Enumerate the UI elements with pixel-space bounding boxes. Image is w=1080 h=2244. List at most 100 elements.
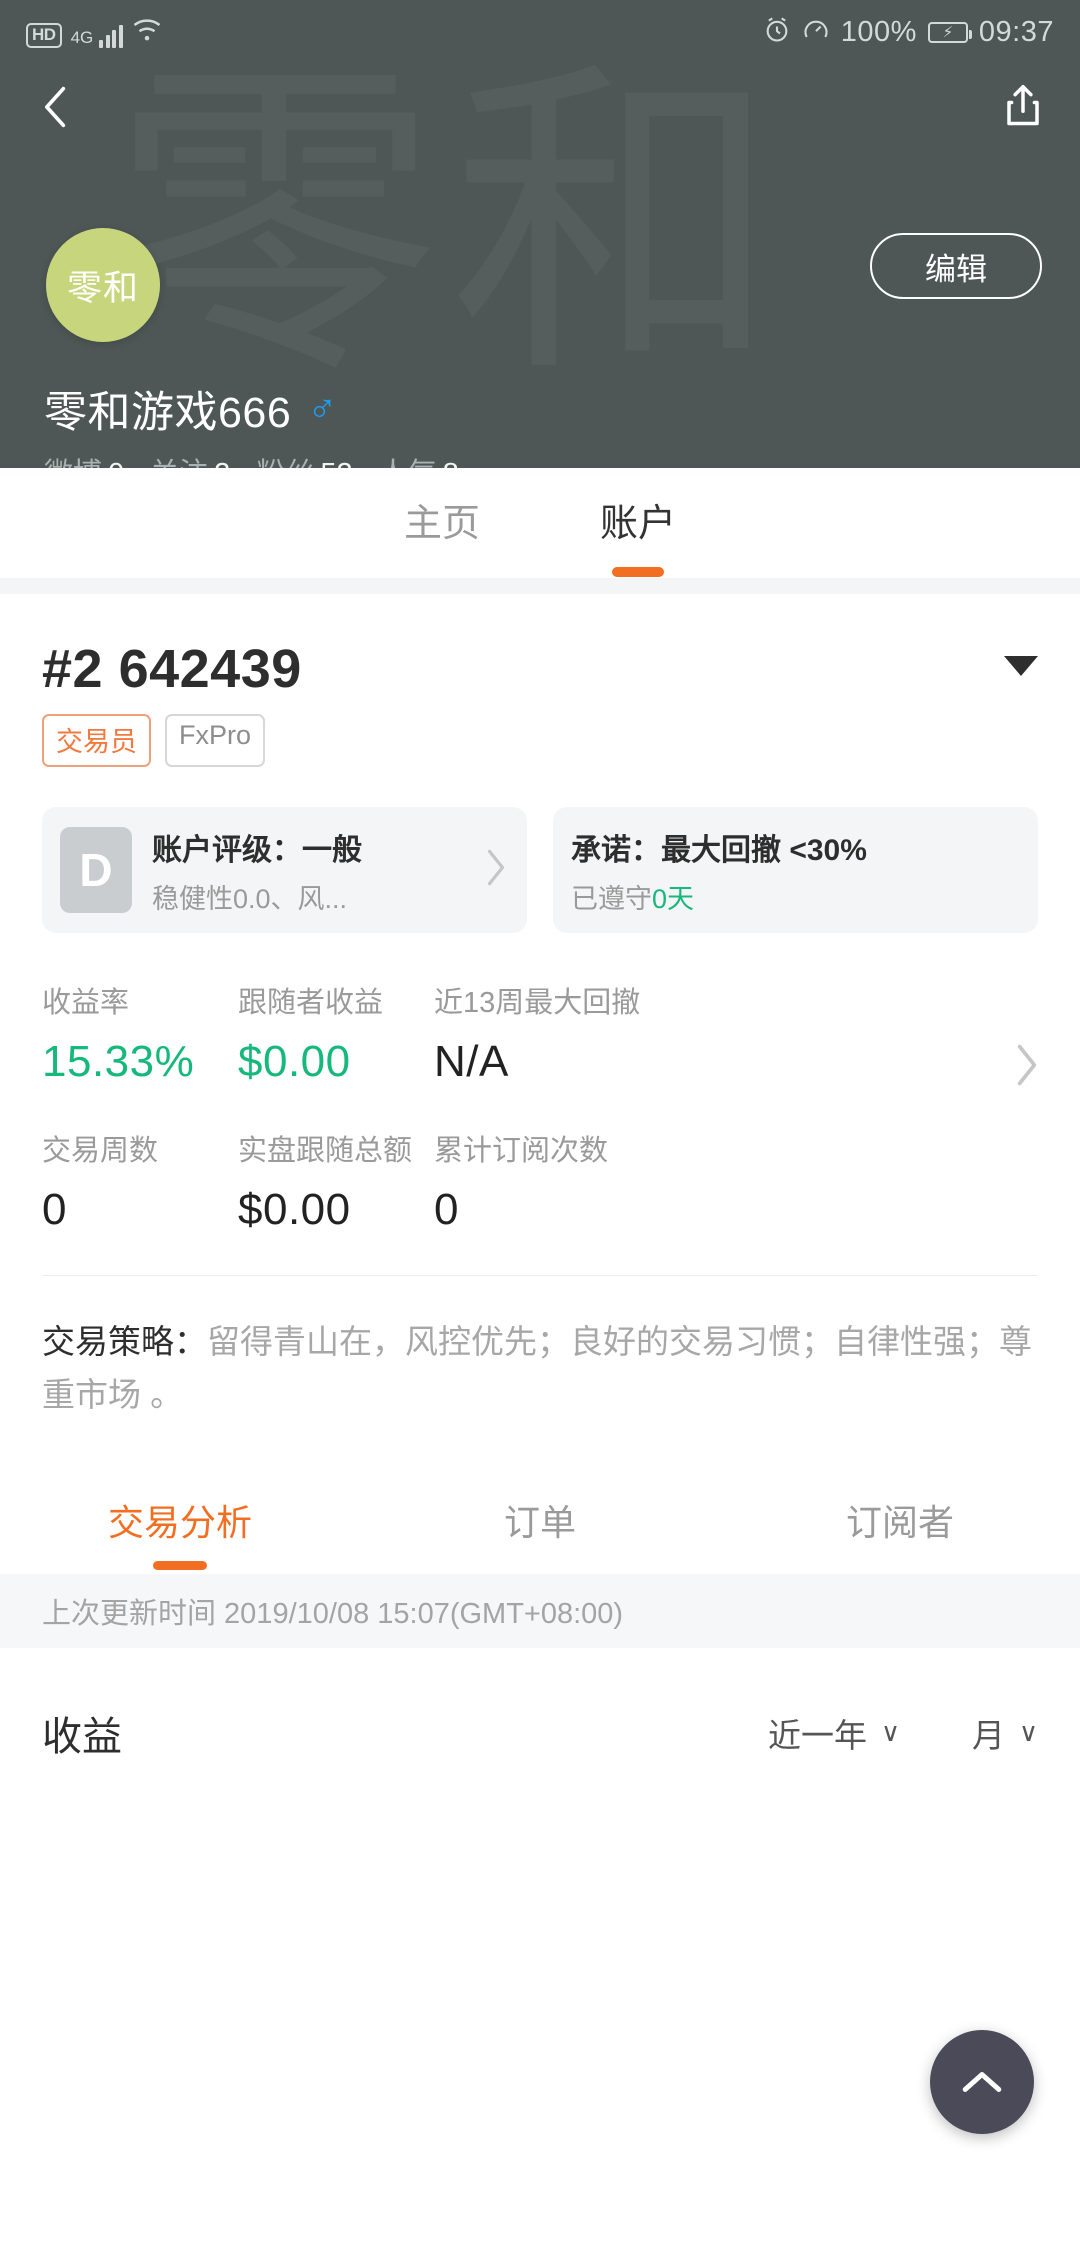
status-bar-left: HD 4G [26, 17, 162, 48]
avatar[interactable]: 零和 [46, 228, 160, 342]
edit-profile-button[interactable]: 编辑 [870, 233, 1042, 299]
metrics-grid: 收益率 15.33% 跟随者收益 $0.00 近13周最大回撤 N/A 交易周数… [0, 979, 1080, 1235]
metric-total-subscriptions-value: 0 [434, 1185, 459, 1234]
wifi-icon [132, 17, 162, 48]
status-bar-right: 100% ⚡ 09:37 [763, 16, 1054, 49]
earnings-granularity-select[interactable]: 月 ∨ [972, 1709, 1038, 1757]
rating-card-text: 账户评级：一般 稳健性0.0、风... [152, 825, 362, 916]
rating-card-subtitle: 稳健性0.0、风... [152, 883, 348, 914]
username-row: 零和游戏666 ♂ [44, 378, 337, 440]
rating-card-title: 账户评级：一般 [152, 833, 362, 867]
subtab-subscribers[interactable]: 订阅者 [720, 1494, 1080, 1546]
stat-popularity-value: 8 [443, 458, 459, 468]
tab-home[interactable]: 主页 [404, 492, 480, 555]
app-screen: 零和 HD 4G [0, 0, 1080, 2244]
scroll-to-top-button[interactable] [930, 2030, 1034, 2134]
stat-followers-value: 52 [320, 458, 352, 468]
metric-trading-weeks-label: 交易周数 [42, 1135, 159, 1167]
metric-total-subscriptions-label: 累计订阅次数 [434, 1135, 609, 1167]
share-icon[interactable] [1002, 81, 1046, 133]
earnings-title: 收益 [42, 1714, 122, 1759]
metric-trading-weeks-value: 0 [42, 1185, 67, 1234]
profile-stats-row: 微博 0 关注 2 粉丝 52 人气 8 [44, 450, 459, 468]
alarm-icon [763, 16, 791, 49]
stat-followers-label: 粉丝 [256, 458, 314, 468]
subtab-orders[interactable]: 订单 [360, 1494, 720, 1546]
account-header-row: #2 642439 交易员 FxPro [42, 638, 1038, 767]
promise-prefix: 已遵守 [571, 883, 652, 914]
tab-account[interactable]: 账户 [600, 492, 676, 555]
metrics-chevron-right-icon[interactable] [1012, 1041, 1042, 1094]
stat-weibo-value: 0 [108, 458, 124, 468]
account-rating-card[interactable]: D 账户评级：一般 稳健性0.0、风... [42, 807, 527, 933]
battery-percent-label: 100% [840, 15, 917, 48]
metric-return-rate-value: 15.33% [42, 1037, 195, 1086]
battery-icon: ⚡ [927, 21, 972, 43]
clock-label: 09:37 [978, 15, 1054, 48]
stat-following-label: 关注 [150, 458, 208, 468]
metric-max-drawdown-label: 近13周最大回撤 [434, 987, 641, 1019]
earnings-granularity-value: 月 [971, 1716, 1005, 1754]
stat-followers[interactable]: 粉丝 52 [256, 450, 352, 468]
account-promise-card[interactable]: 承诺：最大回撤 <30% 已遵守0天 [553, 807, 1038, 933]
subtab-trade-analysis[interactable]: 交易分析 [0, 1494, 360, 1546]
metric-follower-profit-label: 跟随者收益 [238, 987, 384, 1019]
metric-trading-weeks: 交易周数 0 [42, 1127, 238, 1235]
sub-tab-bar: 交易分析 订单 订阅者 [0, 1465, 1080, 1574]
account-switcher-chevron-down-icon[interactable] [1004, 656, 1038, 676]
data-saver-icon [802, 16, 830, 49]
network-type-icon: 4G [70, 27, 94, 47]
back-icon[interactable] [34, 81, 78, 133]
badge-trader: 交易员 [42, 714, 151, 767]
last-update-text: 上次更新时间 2019/10/08 15:07(GMT+08:00) [42, 1597, 624, 1630]
rating-card-chevron-right-icon [483, 847, 509, 894]
rating-grade-badge: D [60, 827, 132, 913]
promise-card-subtitle: 已遵守0天 [571, 877, 867, 916]
badge-broker: FxPro [165, 714, 266, 767]
gender-male-icon: ♂ [307, 387, 338, 431]
metric-return-rate: 收益率 15.33% [42, 979, 238, 1087]
metric-follower-profit: 跟随者收益 $0.00 [238, 979, 434, 1087]
promise-days: 0天 [652, 883, 695, 914]
earnings-section-header: 收益 近一年 ∨ 月 ∨ [0, 1648, 1080, 1762]
hero-nav-bar [0, 64, 1080, 150]
chevron-down-icon: ∨ [880, 1717, 900, 1748]
username-label: 零和游戏666 [44, 389, 292, 437]
metrics-row-1[interactable]: 收益率 15.33% 跟随者收益 $0.00 近13周最大回撤 N/A [42, 979, 1038, 1087]
metric-max-drawdown-value: N/A [434, 1037, 509, 1086]
strategy-label: 交易策略： [42, 1323, 207, 1360]
earnings-controls: 近一年 ∨ 月 ∨ [768, 1709, 1038, 1757]
earnings-period-value: 近一年 [767, 1716, 867, 1754]
account-section: #2 642439 交易员 FxPro D 账户评级：一般 稳健性0.0、风..… [0, 594, 1080, 933]
account-badges: 交易员 FxPro [42, 714, 302, 767]
stat-popularity[interactable]: 人气 8 [379, 450, 459, 468]
account-info-cards: D 账户评级：一般 稳健性0.0、风... 承诺：最大回撤 <30% 已遵守0天 [42, 807, 1038, 933]
last-update-bar: 上次更新时间 2019/10/08 15:07(GMT+08:00) [0, 1573, 1080, 1648]
metrics-row-2: 交易周数 0 实盘跟随总额 $0.00 累计订阅次数 0 [42, 1127, 1038, 1235]
metric-live-follow-total-value: $0.00 [238, 1185, 351, 1234]
promise-card-text: 承诺：最大回撤 <30% 已遵守0天 [571, 825, 867, 916]
stat-following-value: 2 [214, 458, 230, 468]
stat-following[interactable]: 关注 2 [150, 450, 230, 468]
metric-live-follow-total-label: 实盘跟随总额 [238, 1135, 413, 1167]
trading-strategy-block: 交易策略：留得青山在，风控优先；良好的交易习惯；自律性强；尊重市场 。 [0, 1276, 1080, 1422]
metric-follower-profit-value: $0.00 [238, 1037, 351, 1086]
stat-weibo[interactable]: 微博 0 [44, 450, 124, 468]
stat-weibo-label: 微博 [44, 458, 102, 468]
main-tab-bar: 主页 账户 [0, 468, 1080, 578]
metric-total-subscriptions: 累计订阅次数 0 [434, 1127, 734, 1235]
promise-card-title: 承诺：最大回撤 <30% [571, 833, 867, 867]
stat-popularity-label: 人气 [379, 458, 437, 468]
chevron-down-icon: ∨ [1018, 1717, 1038, 1748]
section-divider-band [0, 578, 1080, 594]
earnings-period-select[interactable]: 近一年 ∨ [768, 1709, 900, 1757]
metric-max-drawdown: 近13周最大回撤 N/A [434, 979, 734, 1087]
account-identity: #2 642439 交易员 FxPro [42, 638, 302, 767]
signal-bars-icon [99, 22, 123, 48]
profile-hero: 零和 HD 4G [0, 0, 1080, 468]
metric-return-rate-label: 收益率 [42, 987, 130, 1019]
hd-icon: HD [26, 22, 62, 48]
status-bar: HD 4G 100% ⚡ 09:37 [0, 0, 1080, 64]
metric-live-follow-total: 实盘跟随总额 $0.00 [238, 1127, 434, 1235]
account-number: #2 642439 [42, 639, 302, 699]
